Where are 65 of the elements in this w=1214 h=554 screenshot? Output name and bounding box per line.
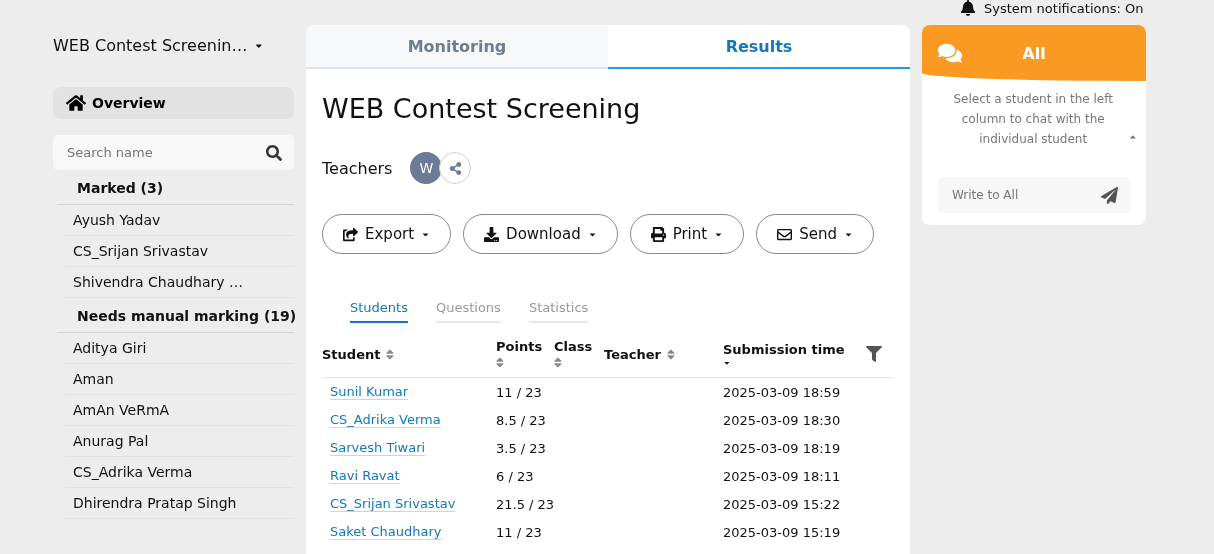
sort-icon[interactable]: [554, 356, 562, 369]
column-header[interactable]: Student: [322, 346, 381, 362]
download-icon: [484, 226, 500, 242]
envelope-icon: [777, 226, 793, 242]
student-item[interactable]: Anurag Pal: [65, 426, 294, 457]
search-box[interactable]: Search name: [53, 135, 294, 170]
student-link[interactable]: CS_Srijan Srivastav: [330, 496, 456, 512]
column-header[interactable]: Class: [554, 339, 593, 354]
student-link[interactable]: CS_Adrika Verma: [330, 412, 441, 428]
sort-icon[interactable]: [496, 356, 504, 369]
bell-icon: [960, 0, 976, 16]
student-link[interactable]: Sunil Kumar: [330, 384, 409, 400]
student-item[interactable]: Aman: [65, 364, 294, 395]
export-icon: [343, 226, 358, 242]
chat-input[interactable]: Write to All: [950, 187, 1101, 203]
sort-icon[interactable]: [386, 347, 395, 361]
table-cell-text: 2025-03-09 18:19: [723, 440, 842, 456]
column-header[interactable]: Points: [496, 339, 543, 354]
sort-icon[interactable]: [666, 347, 675, 361]
student-item[interactable]: Shivendra Chaudhary …: [65, 267, 294, 298]
table-cell-text: 3.5 / 23: [496, 440, 547, 456]
notification-status: System notifications: On: [984, 0, 1144, 16]
table-cell-text: 8.5 / 23: [496, 412, 547, 428]
student-item[interactable]: CS_Srijan Srivastav: [65, 236, 294, 267]
overview-button[interactable]: Overview: [53, 87, 294, 119]
chat-icon: [938, 41, 962, 65]
search-icon[interactable]: [266, 144, 282, 161]
student-item[interactable]: Ayush Yadav: [65, 205, 294, 236]
table-cell-text: 6 / 23: [496, 468, 535, 484]
group-heading: Needs manual marking (19): [57, 298, 294, 333]
teachers-label: Teachers: [322, 158, 393, 178]
table-cell-text: 2025-03-09 18:59: [723, 384, 842, 400]
student-link[interactable]: Sarvesh Tiwari: [330, 440, 426, 456]
table-cell-text: 2025-03-09 18:11: [723, 468, 842, 484]
student-item[interactable]: Aditya Giri: [65, 333, 294, 364]
chat-title: All: [1021, 43, 1047, 63]
search-field[interactable]: Search name: [65, 144, 266, 161]
print-icon: [650, 226, 666, 242]
table-cell-text: 2025-03-09 18:30: [723, 412, 842, 428]
message-box[interactable]: Write to All: [938, 177, 1130, 213]
teacher-avatar: W: [410, 152, 443, 184]
page-title: WEB Contest Screening: [322, 93, 642, 124]
chat-hint: Select a student in the left column to chat with the individual student: [952, 91, 1114, 148]
tab[interactable]: Students: [350, 300, 408, 323]
table-cell-text: 2025-03-09 15:19: [723, 524, 842, 540]
share-button[interactable]: [439, 152, 472, 184]
exam-selector[interactable]: WEB Contest Screenin…: [53, 36, 294, 55]
student-link[interactable]: Ravi Ravat: [330, 468, 400, 484]
student-item[interactable]: CS_Adrika Verma: [65, 457, 294, 488]
filter-icon[interactable]: [865, 346, 882, 362]
student-item[interactable]: AmAn VeRmA: [65, 395, 294, 426]
column-header[interactable]: Submission time: [723, 341, 845, 357]
table-cell-text: 2025-03-09 15:22: [723, 496, 842, 512]
column-header[interactable]: Teacher: [604, 346, 661, 362]
table-cell-text: 11 / 23: [496, 524, 543, 540]
send-icon[interactable]: [1101, 186, 1118, 204]
group-heading: Marked (3): [57, 170, 294, 205]
step-tab[interactable]: Results: [608, 25, 910, 69]
student-link[interactable]: Saket Chaudhary: [330, 524, 442, 540]
share-icon: [448, 161, 462, 175]
table-cell: 21.5 / 23: [496, 496, 554, 512]
home-icon: [66, 93, 86, 113]
step-tab[interactable]: Monitoring: [306, 25, 608, 69]
student-item[interactable]: Dhirendra Pratap Singh: [65, 488, 294, 519]
table-cell-text: 11 / 23: [496, 384, 543, 400]
